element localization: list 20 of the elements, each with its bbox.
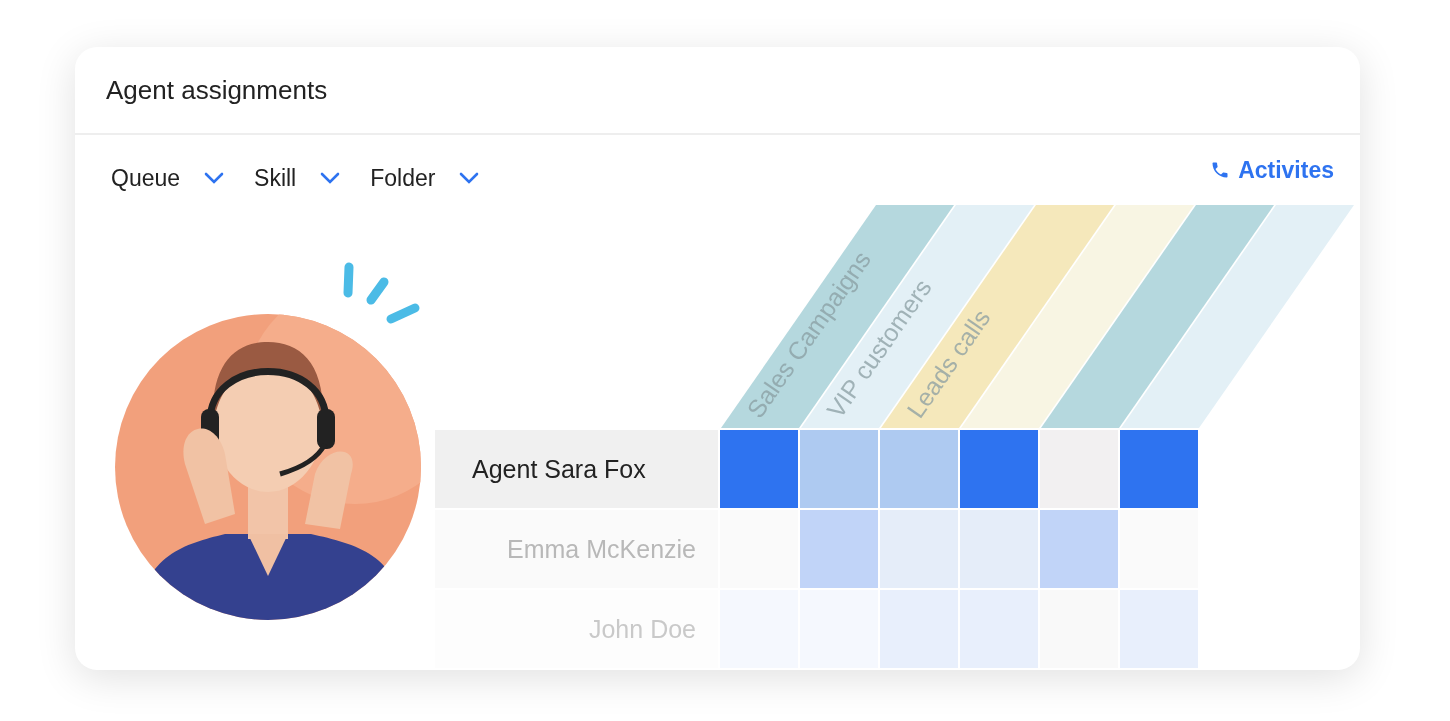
chevron-down-icon	[320, 172, 341, 184]
assignment-cell[interactable]	[960, 510, 1038, 588]
assignment-cell[interactable]	[960, 430, 1038, 508]
assignment-cell[interactable]	[1040, 510, 1118, 588]
filter-dropdown[interactable]: Folder	[370, 164, 480, 192]
assignment-cell[interactable]	[880, 510, 958, 588]
filter-dropdown[interactable]: Skill	[254, 164, 341, 192]
agent-name[interactable]: Agent Sara Fox	[435, 430, 718, 508]
phone-icon	[1210, 160, 1231, 180]
accent-lines-icon	[343, 262, 421, 326]
filter-dropdown[interactable]: Queue	[111, 164, 225, 192]
chevron-down-icon	[459, 172, 480, 184]
assignment-cell[interactable]	[880, 430, 958, 508]
assignment-cell[interactable]	[720, 430, 798, 508]
assignment-cell[interactable]	[800, 510, 878, 588]
chevron-down-icon	[204, 172, 225, 184]
assignment-cell[interactable]	[1120, 430, 1198, 508]
card-title: Agent assignments	[106, 75, 328, 106]
activities-link[interactable]: Activites	[1210, 156, 1334, 184]
assignment-cell[interactable]	[800, 430, 878, 508]
